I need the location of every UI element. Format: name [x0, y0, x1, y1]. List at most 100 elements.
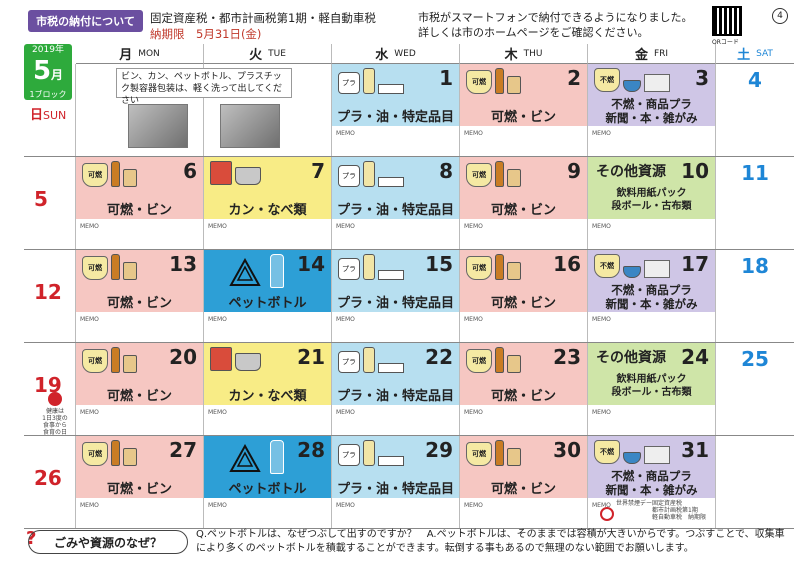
- washing-photo: [220, 104, 280, 148]
- burnable-day-area: 可燃 20 可燃・ビン: [76, 343, 203, 405]
- tray-icon: [378, 84, 404, 94]
- day-cell[interactable]: 可燃 2 可燃・ビン MEMO: [460, 64, 588, 156]
- memo-label: MEMO: [464, 316, 483, 323]
- day-cell: [24, 64, 76, 156]
- jar-icon: [507, 448, 521, 466]
- day-number: 15: [425, 252, 453, 276]
- category-label: プラ・油・特定品目: [336, 110, 454, 125]
- bowl-icon: [623, 452, 641, 464]
- day-number: 23: [553, 345, 581, 369]
- day-cell[interactable]: 可燃 16 可燃・ビン MEMO: [460, 250, 588, 342]
- day-cell[interactable]: 可燃 6 可燃・ビン MEMO: [76, 157, 204, 249]
- day-cell[interactable]: プラ 8 プラ・油・特定品目 MEMO: [332, 157, 460, 249]
- day-cell[interactable]: 可燃 20 可燃・ビン MEMO: [76, 343, 204, 435]
- jar-icon: [507, 169, 521, 187]
- memo-label: MEMO: [80, 223, 99, 230]
- weekday-sat: 土 SAT: [716, 44, 794, 64]
- burnable-day-area: 可燃 27 可燃・ビン: [76, 436, 203, 498]
- plastic-icon: プラ: [338, 165, 360, 187]
- day-number: 3: [695, 66, 709, 90]
- oil-bottle-icon: [363, 440, 375, 466]
- day-number: 31: [681, 438, 709, 462]
- category-label: プラ・油・特定品目: [336, 296, 454, 311]
- day-cell[interactable]: 14 ペットボトル MEMO: [204, 250, 332, 342]
- weekday-header: 月 MON 火 TUE 水 WED 木 THU 金 FRI 土 SAT: [76, 44, 794, 64]
- day-cell[interactable]: その他資源 24 飲料用紙パック 段ボール・古布類 MEMO: [588, 343, 716, 435]
- day-cell[interactable]: 25: [716, 343, 794, 435]
- day-cell[interactable]: プラ 29 プラ・油・特定品目 MEMO: [332, 436, 460, 528]
- plastic-day-area: プラ 8 プラ・油・特定品目: [332, 157, 459, 219]
- memo-label: MEMO: [80, 316, 99, 323]
- tray-icon: [378, 270, 404, 280]
- day-cell[interactable]: 12: [24, 250, 76, 342]
- memo-label: MEMO: [592, 130, 611, 137]
- day-number: 22: [425, 345, 453, 369]
- jar-icon: [123, 448, 137, 466]
- day-cell[interactable]: 28 ペットボトル MEMO: [204, 436, 332, 528]
- category-label: 可燃・ビン: [106, 389, 172, 404]
- day-cell[interactable]: 可燃 30 可燃・ビン MEMO: [460, 436, 588, 528]
- plastic-day-area: プラ 1 プラ・油・特定品目: [332, 64, 459, 126]
- cans-icons: [210, 347, 261, 371]
- burnable-day-area: 可燃 16 可燃・ビン: [460, 250, 587, 312]
- category-label: プラ・油・特定品目: [336, 482, 454, 497]
- day-cell[interactable]: 可燃 23 可燃・ビン MEMO: [460, 343, 588, 435]
- jar-icon: [507, 355, 521, 373]
- weekday-wed: 水 WED: [332, 44, 460, 64]
- day-cell[interactable]: 可燃 13 可燃・ビン MEMO: [76, 250, 204, 342]
- burnable-bag-icon: 可燃: [466, 163, 492, 187]
- weekday-fri: 金 FRI: [588, 44, 716, 64]
- day-cell[interactable]: 26: [24, 436, 76, 528]
- day-cell[interactable]: 18: [716, 250, 794, 342]
- category-label: プラ・油・特定品目: [336, 389, 454, 404]
- day-cell[interactable]: プラ 1 プラ・油・特定品目 MEMO: [332, 64, 460, 156]
- day-cell[interactable]: 可燃 9 可燃・ビン MEMO: [460, 157, 588, 249]
- memo-label: MEMO: [336, 223, 355, 230]
- tax-notice-title: 市税の納付について: [28, 10, 143, 32]
- day-cell[interactable]: プラ 22 プラ・油・特定品目 MEMO: [332, 343, 460, 435]
- day-number: 20: [169, 345, 197, 369]
- weekday-tue: 火 TUE: [204, 44, 332, 64]
- nonburn-day-area: 不燃 3 不燃・商品プラ 新聞・本・雑がみ: [588, 64, 715, 126]
- category-label: 可燃・ビン: [490, 482, 556, 497]
- memo-label: MEMO: [336, 409, 355, 416]
- burnable-icons: 可燃: [466, 161, 521, 187]
- day-cell[interactable]: 11: [716, 157, 794, 249]
- burnable-bag-icon: 可燃: [466, 256, 492, 280]
- pot-icon: [235, 167, 261, 185]
- day-cell[interactable]: プラ 15 プラ・油・特定品目 MEMO: [332, 250, 460, 342]
- no-smoking-icon: [600, 507, 614, 521]
- day-cell[interactable]: 可燃 27 可燃・ビン MEMO: [76, 436, 204, 528]
- bottle-icon: [111, 254, 120, 280]
- day-number: 27: [169, 438, 197, 462]
- day-cell[interactable]: 7 カン・なべ類 MEMO: [204, 157, 332, 249]
- memo-label: MEMO: [592, 316, 611, 323]
- day-cell[interactable]: その他資源 10 飲料用紙パック 段ボール・古布類 MEMO: [588, 157, 716, 249]
- nonburn-icons: 不燃: [594, 254, 670, 278]
- day-cell[interactable]: 不燃 3 不燃・商品プラ 新聞・本・雑がみ MEMO: [588, 64, 716, 156]
- category-label: 不燃・商品プラ 新聞・本・雑がみ: [605, 283, 698, 311]
- badge-year: 2019年: [32, 45, 64, 55]
- day-cell[interactable]: 5: [24, 157, 76, 249]
- cans-day-area: 7 カン・なべ類: [204, 157, 331, 219]
- memo-label: MEMO: [208, 316, 227, 323]
- day-number: 18: [741, 254, 769, 278]
- day-cell[interactable]: 不燃 17 不燃・商品プラ 新聞・本・雑がみ MEMO: [588, 250, 716, 342]
- plastic-icons: プラ: [338, 254, 404, 280]
- category-label: 可燃・ビン: [490, 110, 556, 125]
- burnable-icons: 可燃: [466, 347, 521, 373]
- plastic-icons: プラ: [338, 161, 404, 187]
- bottle-icon: [495, 347, 504, 373]
- newspaper-icon: [644, 260, 670, 278]
- day-cell: [716, 436, 794, 528]
- memo-label: MEMO: [336, 316, 355, 323]
- day-number: 28: [297, 438, 325, 462]
- faq-text: Q.ペットボトルは、なぜつぶして出すのですか？ A.ペットボトルは、そのままでは…: [196, 529, 785, 554]
- burnable-icons: 可燃: [82, 161, 137, 187]
- bottle-icon: [111, 161, 120, 187]
- tax-deadline-mark: 固定資産税 都市計画税第1期 軽自動車税 納期限: [652, 500, 707, 521]
- burnable-bag-icon: 可燃: [466, 70, 492, 94]
- qr-code-icon[interactable]: [712, 6, 742, 36]
- day-cell[interactable]: 21 カン・なべ類 MEMO: [204, 343, 332, 435]
- day-cell[interactable]: 4: [716, 64, 794, 156]
